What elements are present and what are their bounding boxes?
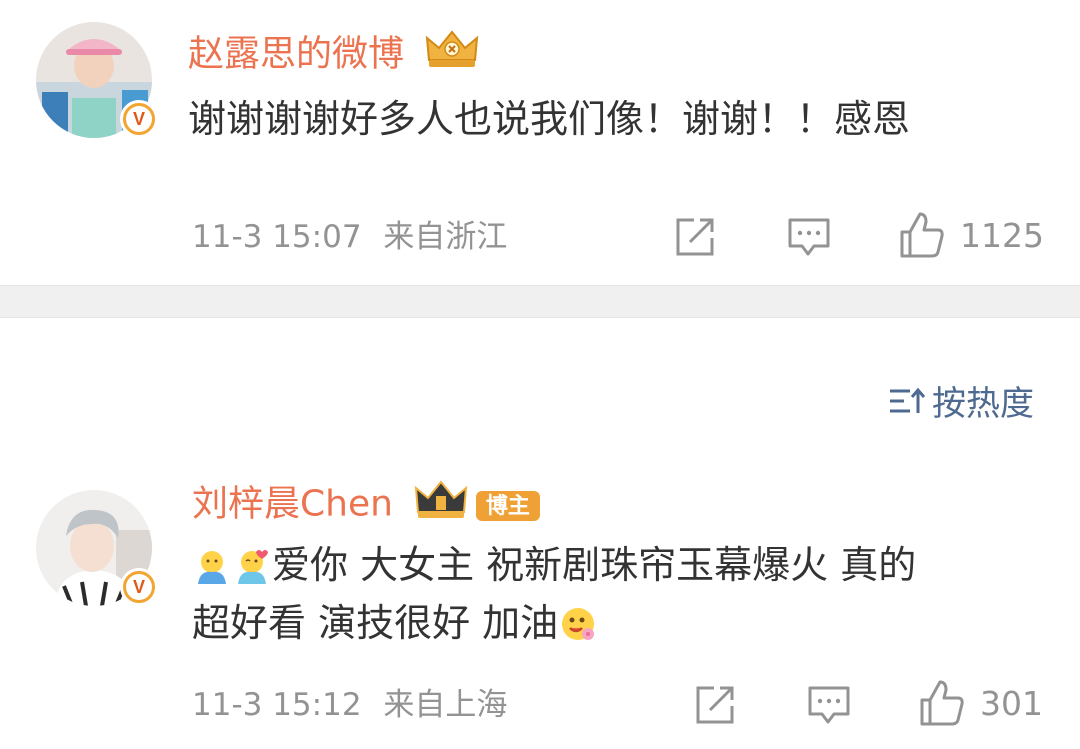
section-divider bbox=[0, 285, 1080, 318]
sort-icon bbox=[890, 387, 926, 413]
comment-icon bbox=[788, 218, 830, 256]
avatar[interactable]: V bbox=[36, 490, 158, 606]
crown-icon bbox=[425, 30, 479, 81]
like-count: 301 bbox=[980, 683, 1043, 723]
comment-item: V 赵露思的微博 谢谢谢谢好多人也说我们像！谢谢！！感恩 11-3 15:07 … bbox=[0, 0, 1080, 285]
comment-text-line: 爱你 大女主 祝新剧珠帘玉幕爆火 真的 bbox=[272, 543, 917, 587]
blogger-badge: 博主 bbox=[475, 490, 540, 521]
comment-meta: 11-3 15:07 来自浙江 bbox=[192, 217, 507, 257]
like-count: 1125 bbox=[960, 215, 1044, 255]
sort-label: 按热度 bbox=[932, 384, 1034, 424]
comment-item: 按热度 V 刘梓晨Chen 博主 爱你 大女主 祝新剧珠帘玉幕爆火 真的 超好看… bbox=[0, 318, 1080, 749]
hug-emoji-icon bbox=[192, 544, 232, 584]
username-row: 赵露思的微博 bbox=[188, 30, 479, 81]
crown-icon bbox=[414, 480, 468, 531]
share-button[interactable] bbox=[692, 682, 738, 728]
verified-badge: V bbox=[120, 100, 158, 138]
comment-text: 谢谢谢谢好多人也说我们像！谢谢！！感恩 bbox=[188, 97, 911, 141]
username[interactable]: 赵露思的微博 bbox=[188, 34, 404, 75]
comment-button[interactable] bbox=[786, 214, 832, 260]
avatar[interactable]: V bbox=[36, 22, 158, 138]
comment-meta: 11-3 15:12 来自上海 bbox=[192, 685, 507, 725]
comment-text-line: 超好看 演技很好 加油 bbox=[192, 601, 559, 645]
username-row: 刘梓晨Chen 博主 bbox=[192, 480, 540, 531]
comment-location: 来自上海 bbox=[383, 687, 508, 723]
comment-button[interactable] bbox=[806, 682, 852, 728]
like-button[interactable]: 1125 bbox=[898, 210, 1044, 260]
sort-toggle[interactable]: 按热度 bbox=[888, 376, 1034, 425]
share-icon bbox=[676, 218, 714, 256]
share-button[interactable] bbox=[672, 214, 718, 260]
share-icon bbox=[696, 686, 734, 724]
like-button[interactable]: 301 bbox=[918, 678, 1043, 728]
username[interactable]: 刘梓晨Chen bbox=[192, 484, 393, 525]
cheer-emoji-icon bbox=[558, 602, 598, 642]
like-icon bbox=[920, 680, 964, 726]
comment-location: 来自浙江 bbox=[383, 219, 508, 255]
love-emoji-icon bbox=[232, 544, 272, 584]
comment-icon bbox=[808, 686, 850, 724]
verified-badge: V bbox=[120, 568, 158, 606]
comment-time: 11-3 15:07 bbox=[192, 219, 362, 255]
like-icon bbox=[900, 212, 944, 258]
comment-text: 爱你 大女主 祝新剧珠帘玉幕爆火 真的 超好看 演技很好 加油 bbox=[192, 536, 1052, 652]
comment-time: 11-3 15:12 bbox=[192, 687, 362, 723]
